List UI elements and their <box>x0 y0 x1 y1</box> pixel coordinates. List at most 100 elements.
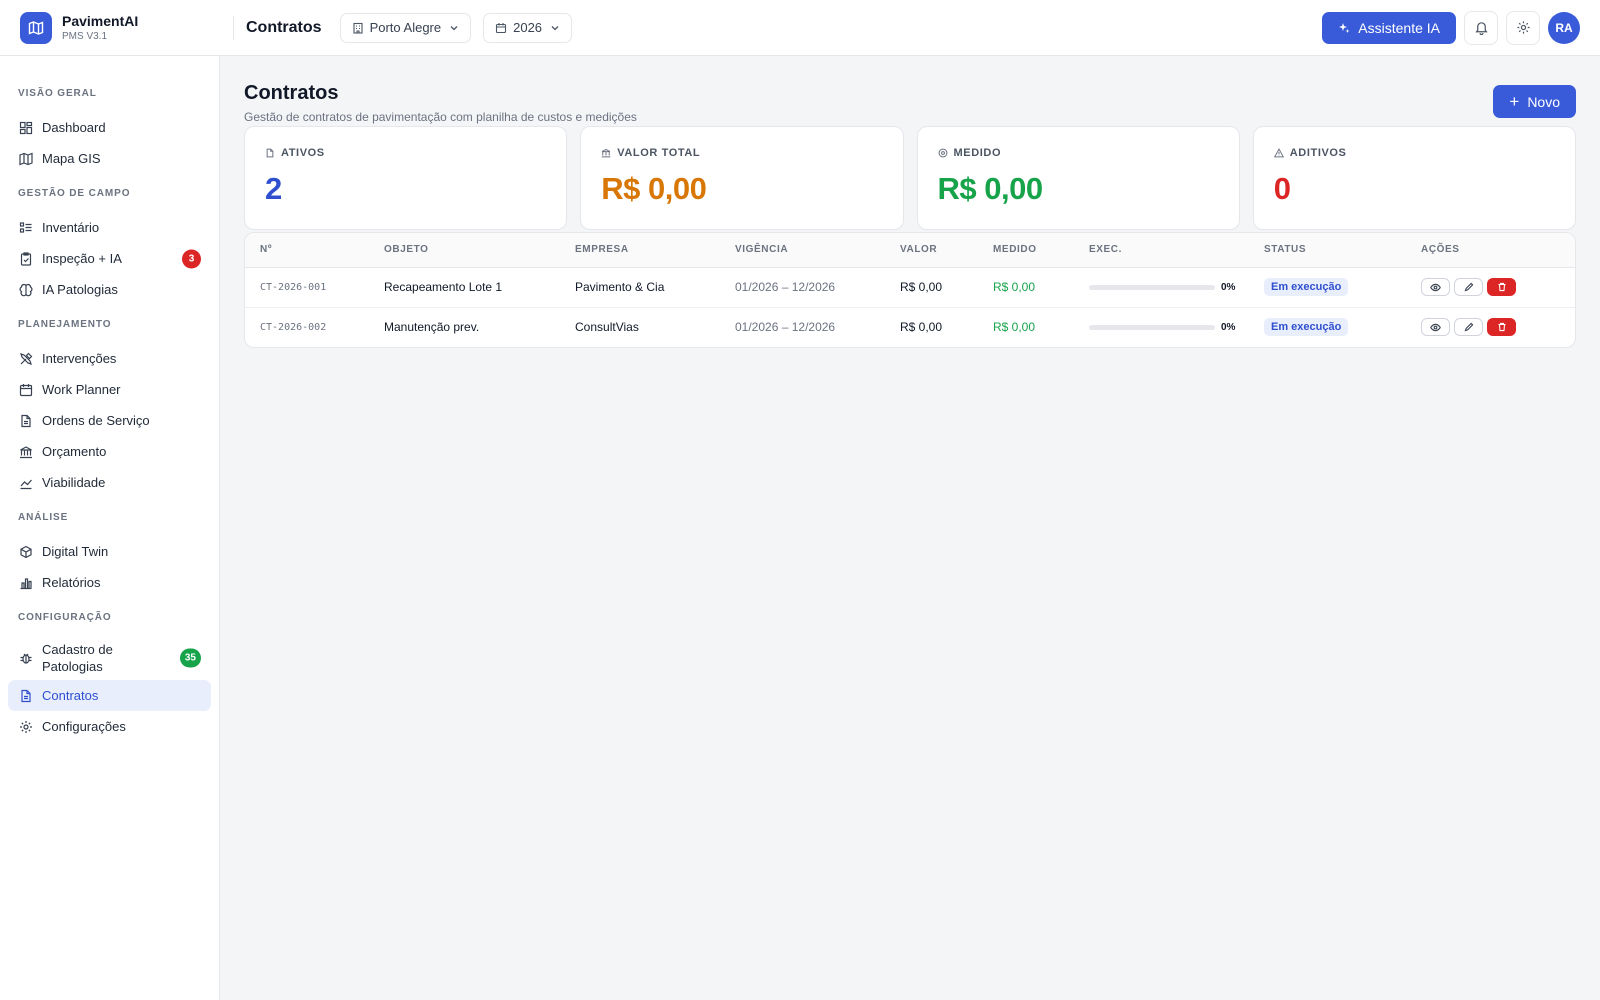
contract-number: CT-2026-001 <box>245 267 369 308</box>
gear-icon <box>1516 21 1530 34</box>
file-icon <box>266 148 274 158</box>
sidebar-item-work-planner[interactable]: Work Planner <box>8 374 211 405</box>
table-row[interactable]: CT-2026-001 Recapeamento Lote 1 Paviment… <box>245 267 1575 308</box>
table-row[interactable]: CT-2026-002 Manutenção prev. ConsultVias… <box>245 307 1575 347</box>
status-cell: Em execução <box>1249 267 1406 308</box>
sidebar-item-mapa-gis[interactable]: Mapa GIS <box>8 143 211 174</box>
sidebar-item-inventario[interactable]: Inventário <box>8 212 211 243</box>
top-divider <box>233 15 234 40</box>
user-avatar[interactable]: RA <box>1548 11 1580 44</box>
brand-version: PMS V3.1 <box>62 30 108 42</box>
column-header: MEDIDO <box>978 233 1074 268</box>
sidebar-item-cadastro-de-patologias[interactable]: Cadastro de Patologias 35 <box>8 636 211 680</box>
view-button[interactable] <box>1421 278 1450 296</box>
pencil-icon <box>1464 322 1473 332</box>
ai-assistant-button[interactable]: Assistente IA <box>1322 11 1456 44</box>
chevron-down-icon <box>551 25 559 30</box>
sidebar-item-orcamento[interactable]: Orçamento <box>8 436 211 467</box>
city-select[interactable]: Porto Alegre <box>339 12 472 43</box>
execution-cell: 0% <box>1074 267 1249 308</box>
contract-object: Recapeamento Lote 1 <box>369 267 560 308</box>
card-label: VALOR TOTAL <box>617 147 701 159</box>
contract-number: CT-2026-002 <box>260 321 327 333</box>
brand-name: PavimentAI <box>62 12 139 29</box>
new-contract-label: Novo <box>1527 93 1560 110</box>
status-cell: Em execução <box>1249 307 1406 347</box>
tools-icon <box>20 352 33 365</box>
card-aditivos: ADITIVOS 0 <box>1252 126 1576 230</box>
cube-icon <box>20 545 32 558</box>
eye-icon <box>1430 283 1441 291</box>
bar-chart-icon <box>20 577 32 589</box>
table-header-row: Nº OBJETO EMPRESA VIGÊNCIA VALOR MEDIDO … <box>245 233 1575 268</box>
column-header: OBJETO <box>369 233 560 268</box>
view-button[interactable] <box>1421 318 1450 337</box>
section-title-planejamento: PLANEJAMENTO <box>18 319 112 330</box>
clipboard-icon <box>20 251 32 266</box>
section-title-visao-geral: VISÃO GERAL <box>18 88 97 99</box>
sidebar-item-label: Mapa GIS <box>42 151 101 166</box>
sidebar-item-relatorios[interactable]: Relatórios <box>8 567 211 598</box>
sidebar-item-label: Inventário <box>42 220 100 235</box>
trend-icon <box>20 479 32 489</box>
sidebar-item-ia-patologias[interactable]: IA Patologias <box>8 274 211 305</box>
sidebar-item-intervencoes[interactable]: Intervenções <box>8 343 211 374</box>
card-label: ADITIVOS <box>1289 147 1347 159</box>
target-icon <box>938 148 947 158</box>
notifications-button[interactable] <box>1464 10 1498 45</box>
brand[interactable]: PavimentAI PMS V3.1 <box>0 0 233 55</box>
column-header: VALOR <box>885 233 978 268</box>
trash-icon <box>1497 282 1506 292</box>
sidebar-item-label: Intervenções <box>42 351 117 366</box>
sidebar-item-configuracoes[interactable]: Configurações <box>8 711 211 742</box>
warning-icon <box>1273 148 1284 158</box>
delete-button[interactable] <box>1487 318 1516 337</box>
sidebar-item-inspecao-ia[interactable]: Inspeção + IA 3 <box>8 243 211 274</box>
edit-button[interactable] <box>1454 278 1483 296</box>
file-icon <box>21 414 31 427</box>
sidebar-item-label: Ordens de Serviço <box>42 413 150 428</box>
bell-icon <box>1474 22 1488 35</box>
sidebar-item-label: Cadastro de Patologias <box>42 642 113 674</box>
pencil-icon <box>1464 282 1473 292</box>
contract-company: ConsultVias <box>575 320 639 335</box>
sidebar-item-label: Work Planner <box>42 382 121 397</box>
page-subtitle: Gestão de contratos de pavimentação com … <box>244 110 637 124</box>
column-header: Nº <box>245 233 369 268</box>
sidebar-item-dashboard[interactable]: Dashboard <box>8 112 211 143</box>
contracts-table: Nº OBJETO EMPRESA VIGÊNCIA VALOR MEDIDO … <box>244 232 1576 348</box>
dashboard-icon <box>19 121 33 134</box>
plus-icon: + <box>1509 92 1520 111</box>
sidebar-item-viabilidade[interactable]: Viabilidade <box>8 467 211 498</box>
brand-logo-icon <box>20 11 52 44</box>
card-medido: MEDIDO R$ 0,00 <box>916 126 1240 230</box>
trash-icon <box>1497 323 1506 332</box>
year-select[interactable]: 2026 <box>483 12 573 43</box>
column-header: STATUS <box>1249 233 1406 268</box>
contract-value: R$ 0,00 <box>900 320 943 335</box>
sidebar-item-contratos[interactable]: Contratos <box>8 680 211 711</box>
card-value: R$ 0,00 <box>937 171 1044 206</box>
city-select-value: Porto Alegre <box>369 20 442 35</box>
status-badge: Em execução <box>1264 318 1349 337</box>
card-value: 0 <box>1273 171 1291 206</box>
sidebar-item-ordens-de-servico[interactable]: Ordens de Serviço <box>8 405 211 436</box>
actions-cell <box>1406 267 1575 308</box>
year-select-value: 2026 <box>513 20 543 35</box>
sidebar-item-label: Digital Twin <box>42 544 109 559</box>
settings-button[interactable] <box>1506 10 1540 45</box>
column-header: AÇÕES <box>1406 233 1575 268</box>
summary-cards: ATIVOS 2 VALOR TOTAL R$ 0,00 MEDIDO R$ 0… <box>244 126 1576 230</box>
delete-button[interactable] <box>1487 278 1516 296</box>
building-icon <box>353 22 363 34</box>
edit-button[interactable] <box>1454 318 1483 337</box>
top-page-title: Contratos <box>246 18 322 36</box>
eye-icon <box>1430 323 1441 331</box>
new-contract-button[interactable]: + Novo <box>1493 85 1576 118</box>
column-header: VIGÊNCIA <box>720 233 885 268</box>
execution-percent: 0% <box>1221 321 1236 333</box>
contract-company: Pavimento & Cia <box>560 267 720 308</box>
card-label: ATIVOS <box>281 147 325 159</box>
execution-percent: 0% <box>1221 281 1236 293</box>
sidebar-item-digital-twin[interactable]: Digital Twin <box>8 536 211 567</box>
